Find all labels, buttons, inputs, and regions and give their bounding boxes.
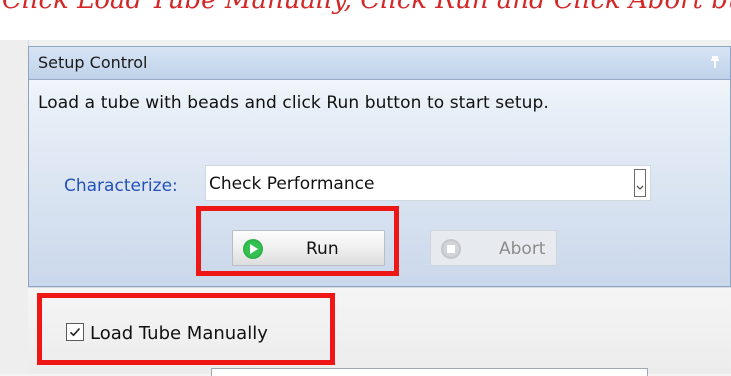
run-button[interactable]: Run: [232, 230, 385, 266]
characterize-selected-value: Check Performance: [209, 174, 375, 194]
abort-button-label: Abort: [499, 239, 546, 259]
pin-icon[interactable]: [709, 55, 721, 69]
load-tube-manually-label: Load Tube Manually: [90, 323, 268, 344]
characterize-label: Characterize:: [64, 176, 178, 196]
left-gutter: [0, 40, 29, 374]
checkbox-box[interactable]: [66, 323, 84, 341]
abort-button[interactable]: Abort: [430, 230, 557, 266]
panel-title: Setup Control: [38, 53, 148, 72]
run-button-label: Run: [306, 239, 339, 259]
top-caption: Click Load Tube Manually, Click Run and …: [2, 0, 731, 15]
panel-header: Setup Control: [29, 47, 730, 80]
play-icon: [243, 239, 263, 259]
setup-instruction: Load a tube with beads and click Run but…: [38, 93, 549, 113]
bottom-input-field[interactable]: [211, 368, 648, 376]
setup-control-panel: Setup Control Load a tube with beads and…: [28, 46, 731, 287]
chevron-down-icon[interactable]: [633, 168, 647, 198]
top-caption-strip: Click Load Tube Manually, Click Run and …: [0, 0, 731, 40]
stop-icon: [441, 239, 461, 259]
checkmark-icon: [69, 327, 81, 337]
characterize-select[interactable]: Check Performance: [205, 165, 651, 201]
